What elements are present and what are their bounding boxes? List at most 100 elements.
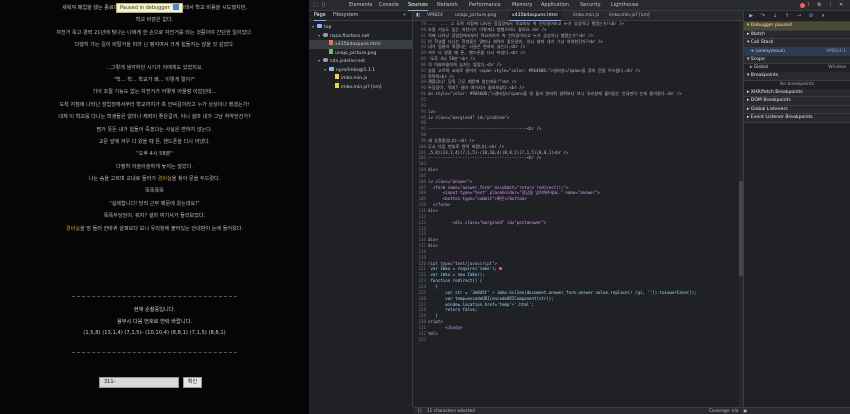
frame-name: (anonymous) [755, 48, 785, 54]
device-toolbar-icon[interactable]: ▯ [322, 0, 325, 11]
deactivate-breakpoints-icon[interactable]: ⊘ [808, 13, 814, 19]
tree-item[interactable]: ▾ cdn.jsdelivr.net [309, 57, 412, 66]
error-count[interactable]: 1 [807, 0, 810, 11]
breakpoints-header[interactable]: ▾ Breakpoints [744, 72, 850, 81]
code-text: <div class="margined" id="postanswer"> [428, 219, 547, 225]
line-number[interactable]: 133 [413, 337, 428, 343]
tree-item[interactable]: ▾ top [309, 23, 412, 32]
tab-security[interactable]: Security [580, 0, 601, 11]
tree-item[interactable]: ▾ nasa.flasfans.net [309, 32, 412, 41]
settings-icon[interactable]: ⚙ [817, 0, 821, 11]
call-stack-frame[interactable]: ➔ (anonymous) VM824:1 [744, 47, 850, 56]
scope-header[interactable]: ▾ Scope [744, 55, 850, 64]
tree-item[interactable]: unajo_picture.png [309, 48, 412, 58]
step-over-icon[interactable]: ↷ [760, 13, 766, 19]
puzzle-page: 세워져 폐업을 했는 종료이 최고의 마이 점점 떨어졌다. 그래서 학교 비용… [0, 0, 309, 414]
code-text: { [428, 283, 438, 289]
png-icon [329, 48, 333, 54]
call-stack-header[interactable]: ▾ Call Stack [744, 39, 850, 48]
more-options-icon[interactable]: ⋮ [828, 0, 833, 11]
file-tab-imko[interactable]: imko.min.js [573, 11, 599, 21]
story-line: "헉... 헉... 학교가 왜... 이렇게 멀어?" [0, 74, 309, 86]
debugger-toolbar: ▶ ↷ ↓ ↑ → ⊘ ⏸ [744, 11, 850, 22]
step-out-icon[interactable]: ↑ [784, 13, 790, 19]
tab-filesystem[interactable]: Filesystem [333, 11, 358, 21]
format-icon[interactable]: {} [417, 408, 422, 414]
inspect-icon[interactable]: ⬚ [313, 0, 318, 11]
watch-header[interactable]: ▸ Watch [744, 30, 850, 39]
code-text: ----------------------------------------… [428, 126, 542, 132]
tab-elements[interactable]: Elements [349, 0, 372, 11]
story-line: 다행히 아슬아슬하게 늦지는 않았다. [0, 161, 309, 173]
paused-in-debugger-banner[interactable]: Paused in debugger [116, 3, 183, 13]
tab-memory[interactable]: Memory [512, 0, 532, 11]
file-tab-imko-sm[interactable]: imko.min.js? [sm] [609, 11, 650, 21]
story-line: 도착 지점에 나타난 장업장에서부터 학교까지가 측 언덕길이라고 누가 상상이… [0, 99, 309, 111]
answer-input[interactable]: 311- [99, 377, 179, 388]
story-line: 똑똑두딩딩이. 뭐지? 설마 여기서가 돌리보았다. [0, 210, 309, 222]
code-text: <input type="text" placeholder="정답을 입력해주… [428, 190, 600, 196]
resume-icon[interactable] [172, 4, 179, 10]
file-tab-html[interactable]: x435b4aspuns.html [509, 11, 561, 21]
code-text: div> [428, 208, 438, 213]
event-listener-breakpoints-header[interactable]: ▸ Event Listener Breakpoints [744, 114, 850, 123]
resume-icon[interactable]: ▶ [748, 13, 754, 19]
tree-item[interactable]: imko.min.js? [sm] [309, 82, 412, 92]
code-text: return false; [428, 307, 478, 313]
story-text-segment: 을 찾아 문을 두드렸다. [171, 176, 221, 183]
tab-network[interactable]: Network [437, 0, 458, 11]
story-line: 학교 바깥은 없다. [0, 14, 309, 26]
code-text: div> [428, 243, 438, 249]
story-line: 다행히 가는 길이 비탈가을 미라 닌 평지여서 크게 힘들지는 않을 것 같았… [0, 39, 309, 51]
tree-item-label: imko.min.js? [sm] [341, 84, 382, 90]
coverage-icon[interactable]: ▣ [743, 408, 747, 414]
story-text-segment: "실례합니다! 당직 근무 때문에 왔는데요!" [109, 200, 200, 207]
tab-application[interactable]: Application [541, 0, 569, 11]
tab-performance[interactable]: Performance [469, 0, 501, 11]
tree-item[interactable]: x435b4aspuns.html [309, 40, 412, 49]
code-text: div> [428, 237, 438, 243]
cloud-icon [323, 32, 328, 37]
debugger-paused-header[interactable]: ▾ Debugger paused [744, 22, 850, 31]
story-text-segment: "오후 4시 58분" [136, 151, 173, 158]
global-label: Global [753, 65, 769, 70]
code-text: var temp=encodeURI(encodeURIComponent(st… [428, 295, 554, 301]
breakpoints-label: Breakpoints [750, 73, 779, 78]
tab-page[interactable]: Page [314, 11, 326, 21]
close-icon[interactable]: ✕ [839, 0, 843, 11]
step-icon[interactable]: → [796, 13, 802, 19]
code-text: cript> [428, 319, 443, 325]
step-into-icon[interactable]: ↓ [772, 13, 778, 19]
file-tab-vm[interactable]: VM824 [427, 11, 443, 21]
file-tab-picture[interactable]: unajo_picture.png [455, 11, 496, 21]
code-line[interactable]: 133 [413, 337, 743, 343]
code-text: iv class="answer"> [428, 178, 473, 184]
scope-label: Scope [750, 56, 765, 62]
tab-lighthouse[interactable]: Lighthouse [611, 0, 639, 11]
code-text: ript type="text/javascript"> [428, 260, 498, 266]
tab-sources[interactable]: Sources [408, 0, 428, 11]
tree-item[interactable]: imko.min.js [309, 74, 412, 83]
folder-icon [317, 24, 322, 28]
navigator-panel: Page Filesystem » ▾ top ▾ nasa.flasfans.net… [309, 11, 413, 407]
error-icon[interactable] [800, 3, 805, 8]
sidebar-toggle-icon[interactable]: ◧ [416, 11, 420, 21]
story-text-segment: 똑똑두딩딩이. 뭐지? 설마 여기서가 돌리보았다. [103, 213, 206, 220]
tab-console[interactable]: Console [379, 0, 399, 11]
story-line: "오후 4시 58분" [0, 148, 309, 160]
tree-item[interactable]: ▾ npm/imko@1.1.1 [309, 66, 412, 75]
code-text: <button type="submit">확인</button> [428, 196, 527, 202]
more-tabs-icon[interactable]: » [403, 11, 406, 21]
story-text-segment: 다행히 가는 길이 비탈가을 미라 닌 평지여서 크게 힘들지는 않을 것 같았… [74, 42, 235, 49]
error-marker-icon[interactable] [499, 267, 503, 271]
code-area[interactable]: 79... ... 그 도착 지점에 나타난 장업장에서 학교까지 측 언덕길이… [413, 21, 743, 407]
story-line [0, 52, 309, 62]
scope-global[interactable]: ▸ Global Window [744, 64, 850, 72]
confirm-button[interactable]: 확인 [183, 377, 202, 388]
pause-on-exceptions-icon[interactable]: ⏸ [820, 13, 826, 19]
no-breakpoints-text: No breakpoints [779, 81, 815, 87]
dom-breakpoints-header[interactable]: ▸ DOM Breakpoints [744, 97, 850, 106]
xhr-breakpoints-header[interactable]: ▸ XHR/fetch Breakpoints [744, 88, 850, 97]
global-listeners-header[interactable]: ▸ Global Listeners [744, 105, 850, 114]
code-text: 내가 힘들어 죽겠다는 사실은 변하지 않는다.<br /> [428, 44, 526, 50]
